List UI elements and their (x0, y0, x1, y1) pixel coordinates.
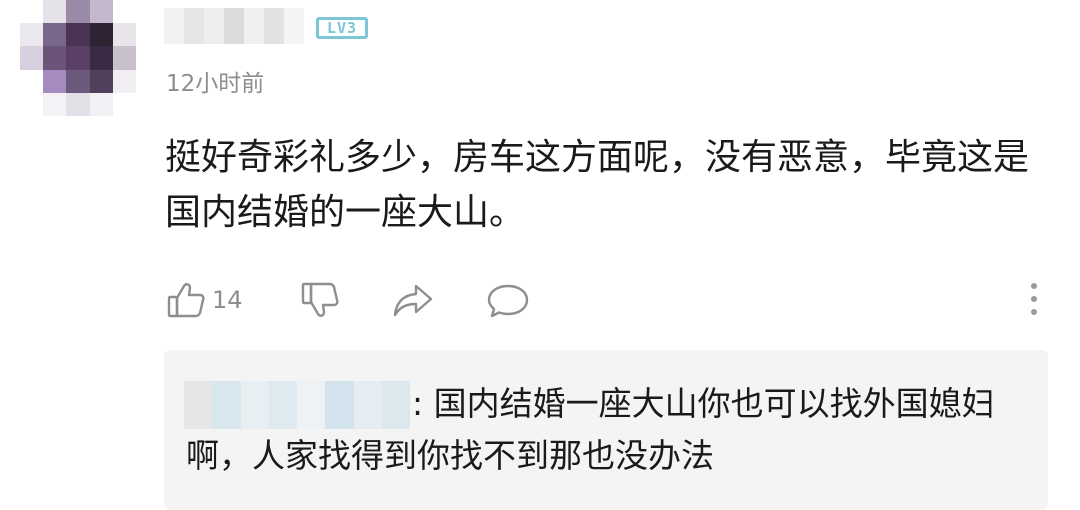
like-count: 14 (212, 286, 243, 314)
level-badge: LV3 (316, 17, 368, 39)
reply-text: : 国内结婚一座大山你也可以找外国媳妇啊，人家找得到你找不到那也没办法 (186, 384, 995, 475)
dislike-button[interactable] (300, 278, 340, 322)
comment-timestamp: 12小时前 (166, 71, 265, 97)
dislike-icon (300, 280, 340, 320)
username-blurred[interactable] (164, 8, 304, 44)
reply-button[interactable] (486, 278, 530, 322)
comment-text: 挺好奇彩礼多少，房车这方面呢，没有恶意，毕竟这是国内结婚的一座大山。 (165, 137, 1030, 233)
more-options-icon[interactable] (1024, 280, 1044, 320)
reply-icon (486, 280, 530, 320)
share-button[interactable] (392, 278, 434, 322)
share-icon (392, 280, 434, 320)
like-button[interactable]: 14 (166, 278, 243, 322)
like-icon (166, 280, 206, 320)
avatar[interactable] (20, 0, 136, 116)
